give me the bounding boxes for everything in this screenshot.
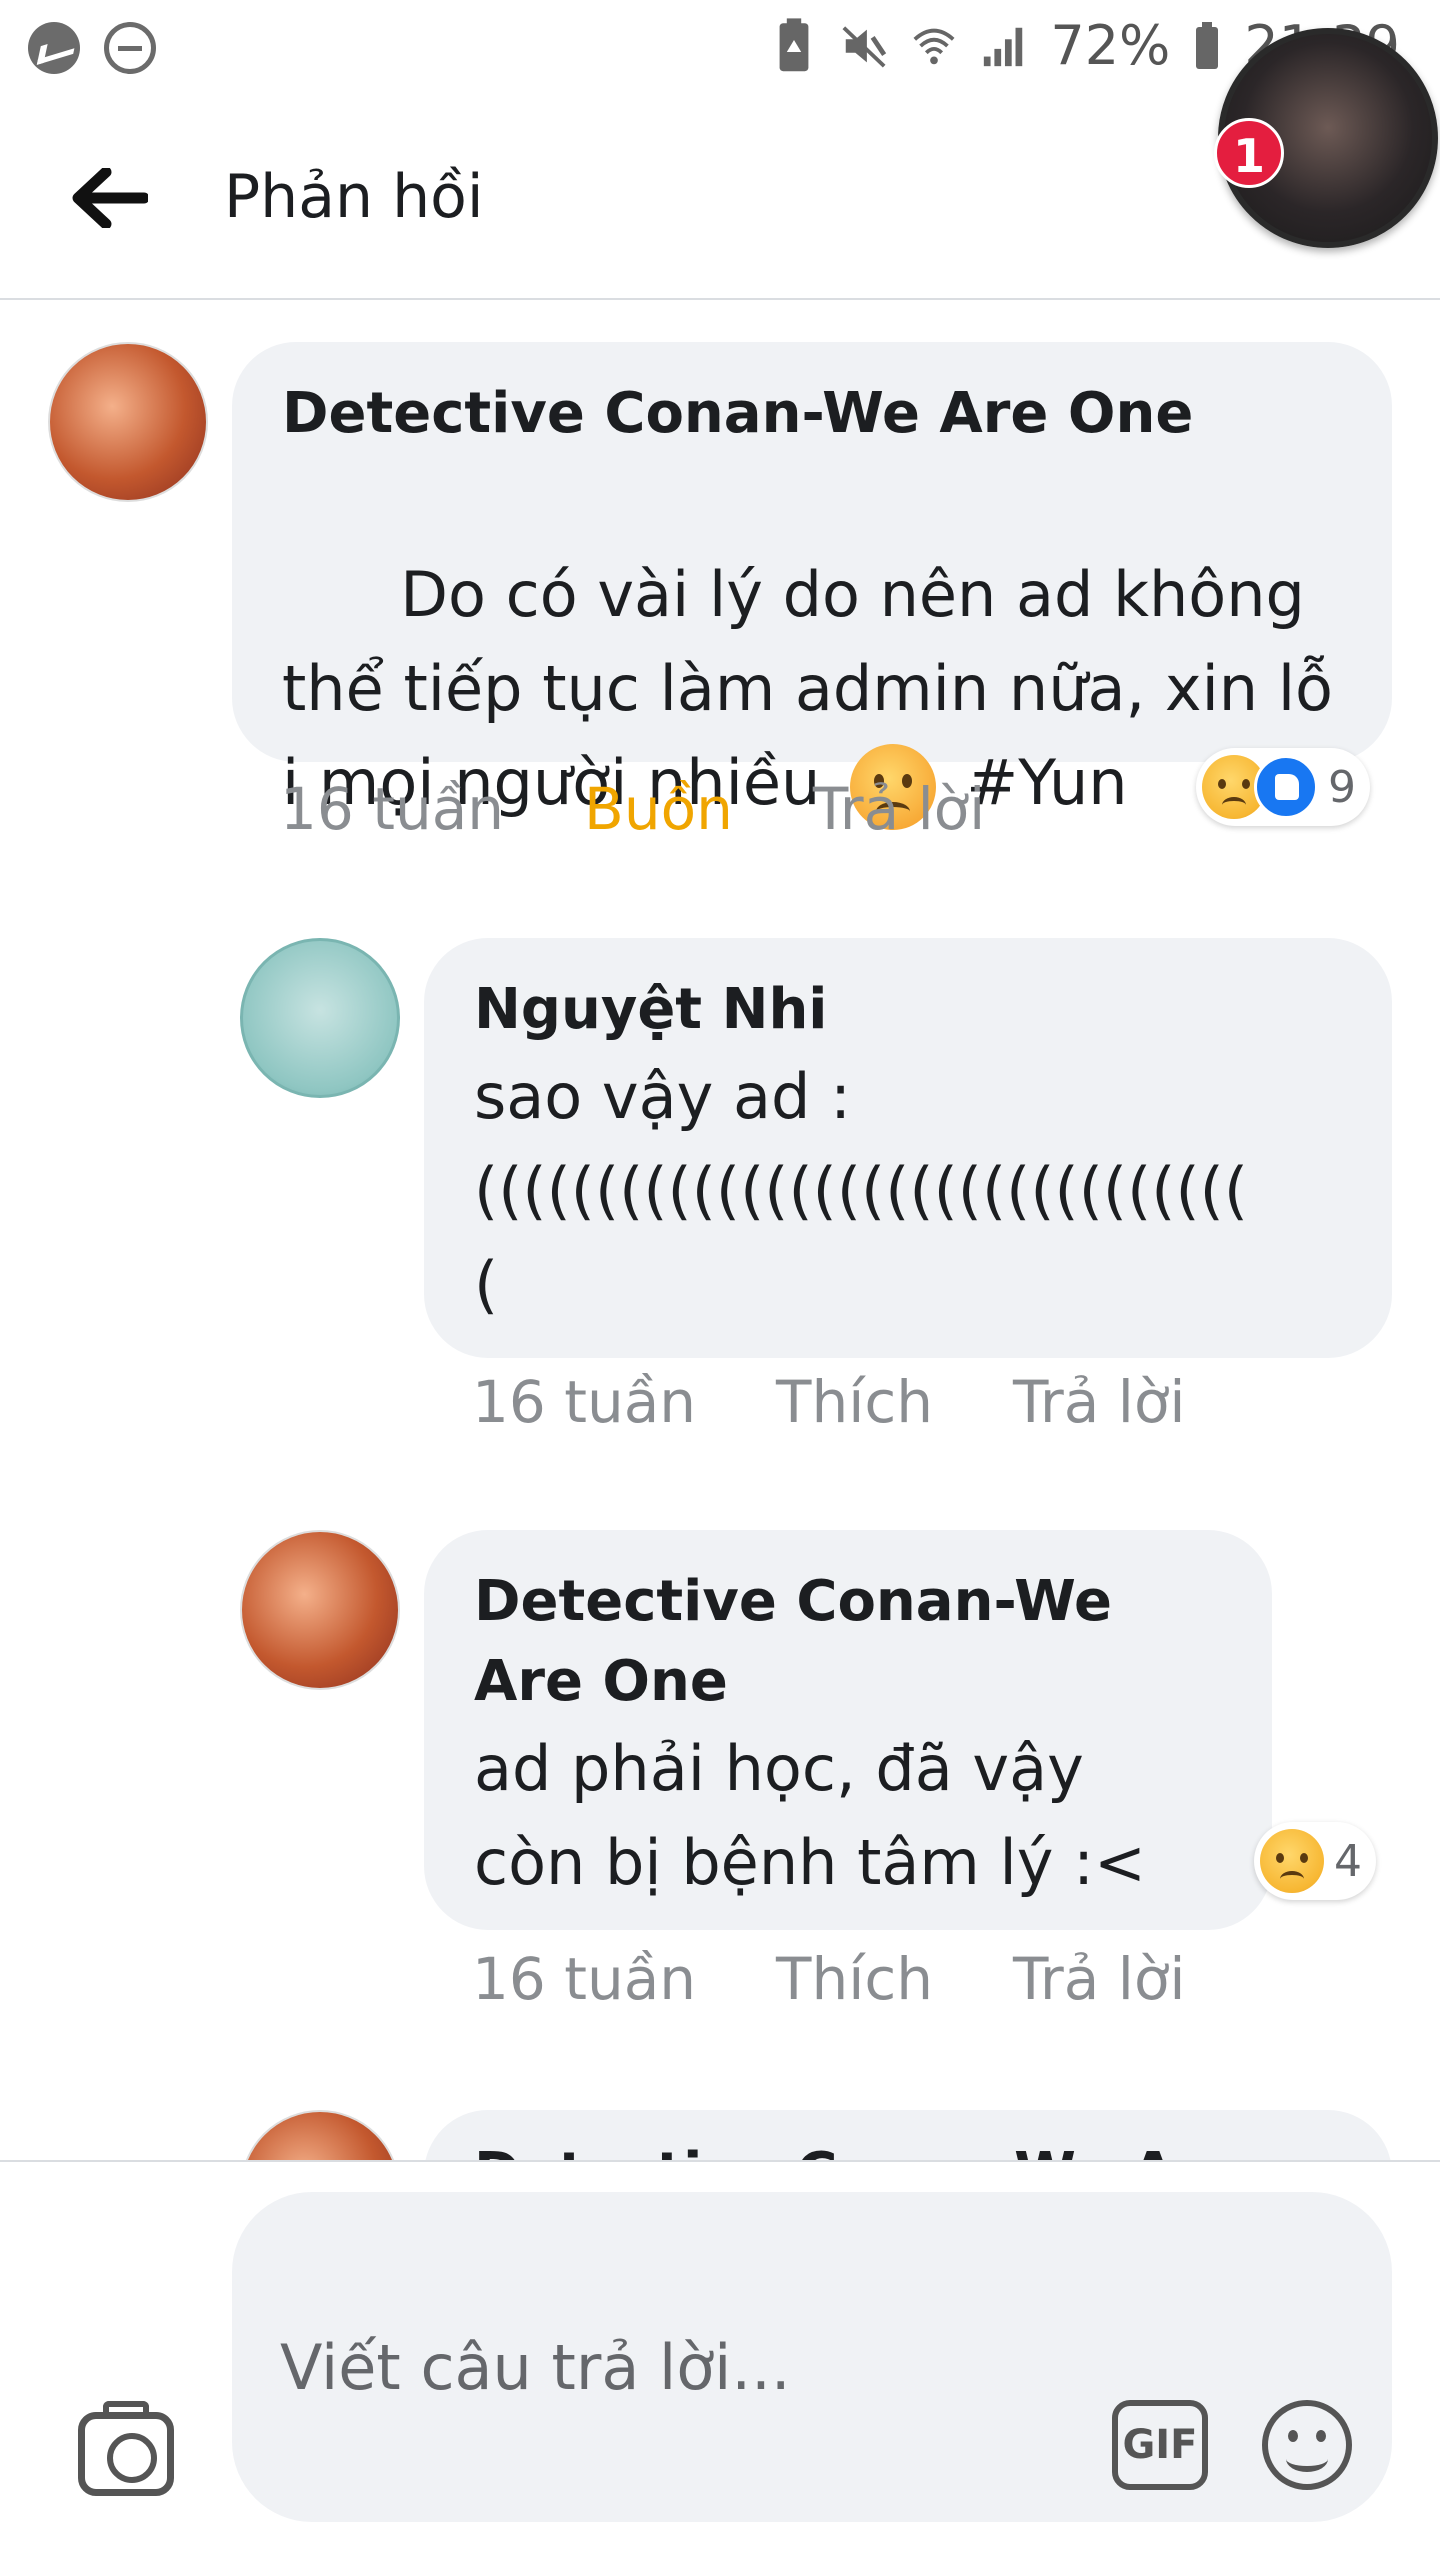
reaction-button[interactable]: Buồn [584,775,733,843]
like-button[interactable]: Thích [776,1945,933,2013]
comment-timestamp: 16 tuần [472,1945,697,2013]
battery-icon [1196,21,1219,69]
sad-reaction-icon [1260,1829,1324,1893]
status-bar: 72% 21:39 [0,0,1440,100]
like-button[interactable]: Thích [776,1368,933,1436]
comment-bubble[interactable]: Detective Conan-We Are One ad phải học, … [424,1530,1272,1930]
reply-input[interactable] [280,2322,1080,2412]
comment-bubble[interactable]: Detective Conan-We Are One Do có vài lý … [232,342,1392,830]
comment-author[interactable]: Nguyệt Nhi [474,970,1342,1050]
comment-author[interactable]: Detective Conan-We Are One [474,1562,1222,1722]
comment-author[interactable]: Detective Conan-We Are One [474,2134,1342,2160]
reaction-count: 4 [1334,1835,1362,1887]
reply-button[interactable]: Trả lời [813,775,985,843]
comment-timestamp: 16 tuần [472,1368,697,1436]
gif-button[interactable]: GIF [1112,2400,1208,2490]
smiley-icon[interactable] [1262,2400,1352,2490]
wifi-icon [913,28,955,64]
like-reaction-icon [1254,755,1318,819]
avatar[interactable] [240,2110,400,2160]
reply-button[interactable]: Trả lời [1013,1945,1185,2013]
do-not-disturb-icon [104,22,156,74]
mute-icon [842,25,887,68]
battery-percent: 72% [1050,14,1171,77]
reply-composer: GIF [0,2160,1440,2560]
chat-head-badge: 1 [1214,118,1284,188]
reaction-summary[interactable]: 9 [1196,748,1370,826]
avatar[interactable] [240,1530,400,1690]
avatar[interactable] [240,938,400,1098]
reply-button[interactable]: Trả lời [1013,1368,1185,1436]
reply-box[interactable]: GIF [232,2192,1392,2522]
avatar[interactable] [48,342,208,502]
comment-actions: 16 tuần Buồn Trả lời [280,775,1065,843]
partial-comment: Detective Conan-We Are One [0,2100,1440,2160]
comment-timestamp: 16 tuần [280,775,505,843]
battery-saver-icon [779,17,809,71]
page-title: Phản hồi [224,162,484,232]
reaction-count: 9 [1328,761,1356,813]
reaction-summary[interactable]: 4 [1254,1822,1376,1900]
comment-text: ad phải học, đã vậy còn bị bệnh tâm lý :… [474,1732,1146,1899]
messenger-notification-icon [28,22,80,74]
comment-actions: 16 tuần Thích Trả lời [472,1368,1265,1436]
comment-bubble[interactable]: Detective Conan-We Are One [424,2110,1392,2160]
back-arrow-icon[interactable] [72,168,148,228]
replies-screen: 72% 21:39 Phản hồi 1 Detective Conan-We … [0,0,1440,2560]
camera-icon[interactable] [78,2401,174,2496]
comment-text: Do có vài lý do nên ad không thể tiếp tụ… [282,454,1342,924]
comment-text: sao vậy ad : (((((((((((((((((((((((((((… [474,1060,1249,1321]
comment-bubble[interactable]: Nguyệt Nhi sao vậy ad : ((((((((((((((((… [424,938,1392,1358]
comment-author[interactable]: Detective Conan-We Are One [282,374,1342,454]
comment-actions: 16 tuần Thích Trả lời [472,1945,1265,2013]
status-left-icons [28,22,156,74]
signal-icon [984,27,1023,66]
